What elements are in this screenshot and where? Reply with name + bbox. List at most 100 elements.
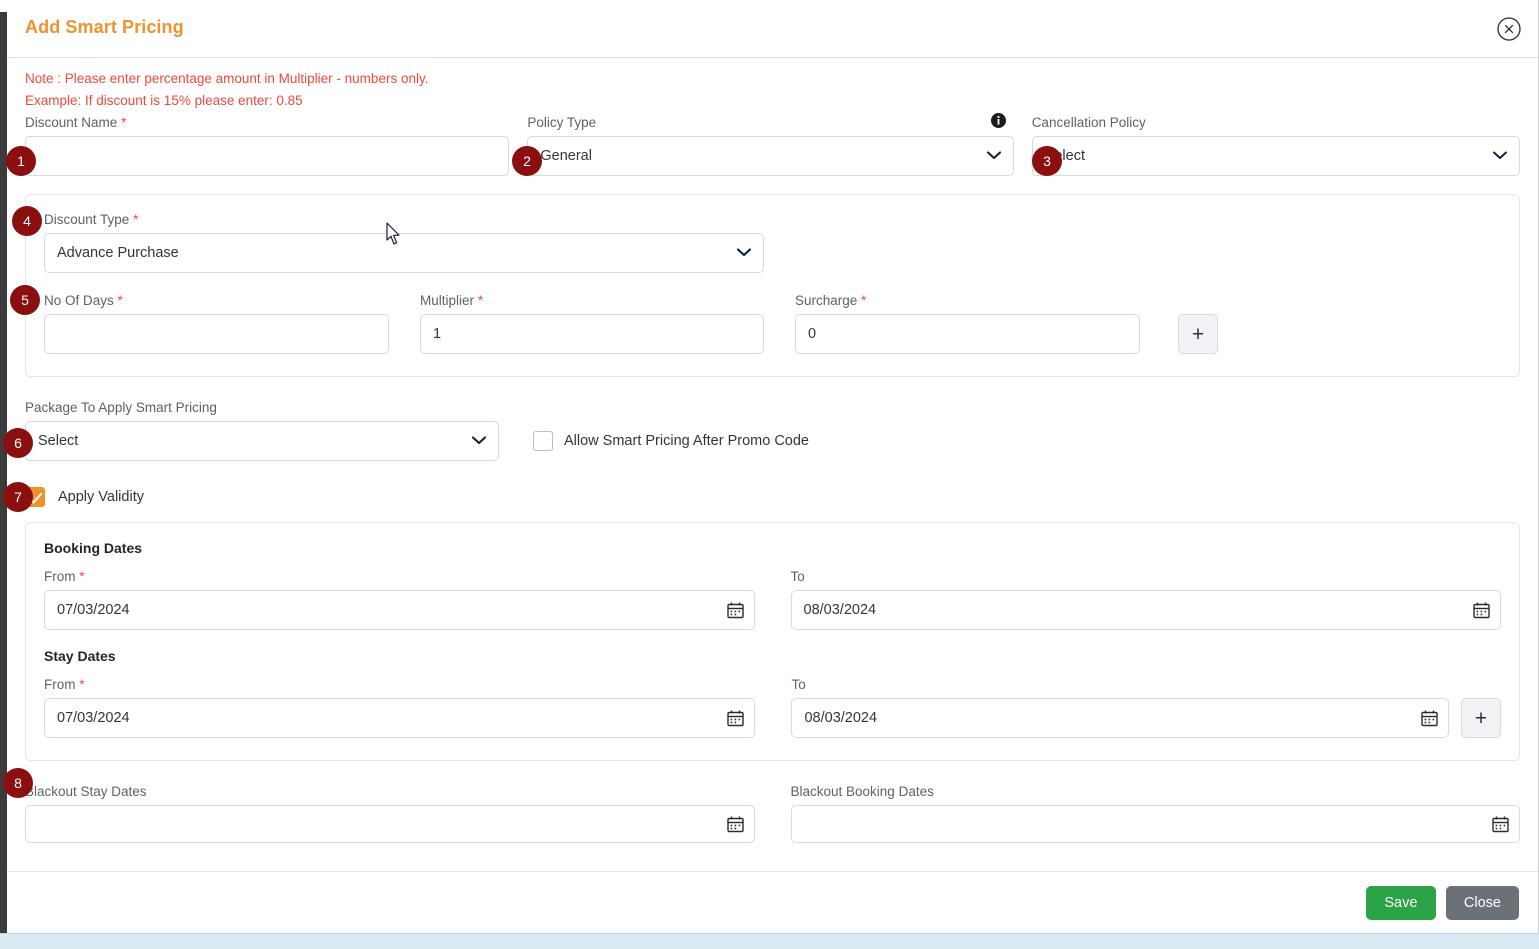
policy-type-group: Policy Type [527,113,1014,176]
stay-from-group: From * [44,676,756,738]
booking-to-group: To [790,568,1501,630]
modal-footer: Save Close [7,871,1538,933]
package-group: Package To Apply Smart Pricing [25,399,499,461]
required-asterisk: * [79,569,85,584]
surcharge-group: Surcharge * [795,292,1140,354]
add-pricing-rule-button[interactable]: + [1178,314,1218,354]
cancellation-policy-label: Cancellation Policy [1031,115,1146,130]
discount-type-select[interactable] [44,233,764,273]
booking-to-input[interactable] [790,590,1501,630]
note-line-1: Note : Please enter percentage amount in… [25,71,429,86]
discount-name-group: Discount Name * [25,114,510,176]
no-of-days-group: No Of Days * [44,292,389,354]
pricing-rule-row: No Of Days * Multiplier * 1 Surcharge * … [44,292,1501,354]
package-select-wrap [25,421,499,461]
calendar-icon[interactable] [1473,602,1490,619]
add-smart-pricing-modal: Add Smart Pricing Note : Please enter pe… [7,0,1539,933]
calendar-icon[interactable] [1421,710,1438,727]
no-of-days-input[interactable] [44,314,389,354]
surcharge-input[interactable] [795,314,1140,354]
multiplier-label-text: Multiplier [420,293,475,308]
cancellation-policy-group: Cancellation Policy [1031,114,1520,176]
stay-dates-title: Stay Dates [44,648,116,664]
annotation-badge-3: 3 [1032,146,1062,176]
discount-type-label-text: Discount Type [44,212,130,227]
blackout-stay-input[interactable] [25,805,755,843]
booking-to-label: To [790,569,805,584]
package-select[interactable] [25,421,499,461]
note-line-2: Example: If discount is 15% please enter… [25,93,303,108]
blackout-stay-wrap [25,805,755,843]
stay-to-group: To [791,676,1450,738]
blackout-stay-label: Blackout Stay Dates [25,784,147,799]
discount-type-group: Discount Type * [44,211,764,273]
policy-type-select-wrap [527,136,1014,176]
required-asterisk: * [79,677,85,692]
discount-name-input[interactable] [25,136,510,176]
surcharge-label-text: Surcharge [795,293,858,308]
multiplier-input[interactable] [420,314,764,354]
cancellation-policy-select-wrap [1031,136,1520,176]
screen-root: Add Smart Pricing Note : Please enter pe… [0,0,1539,949]
allow-promo-label: Allow Smart Pricing After Promo Code [564,433,809,449]
apply-validity-label: Apply Validity [58,489,144,505]
required-asterisk: * [121,115,127,130]
no-of-days-label-text: No Of Days [44,293,114,308]
blackout-booking-wrap [790,805,1520,843]
page-background-edge-top [0,0,7,12]
policy-type-select[interactable] [527,136,1014,176]
close-icon[interactable] [1497,17,1521,41]
modal-body: Note : Please enter percentage amount in… [7,68,1538,880]
stay-to-input[interactable] [791,698,1450,738]
modal-header: Add Smart Pricing [7,0,1538,58]
discount-type-select-wrap [44,233,764,273]
multiplier-group: Multiplier * [420,292,764,354]
booking-from-input[interactable] [44,590,755,630]
calendar-icon[interactable] [726,602,744,619]
booking-from-label: From * [44,568,755,586]
annotation-badge-5: 5 [10,285,40,315]
close-button[interactable]: Close [1445,885,1519,920]
blackout-booking-input[interactable] [790,805,1520,843]
blackout-row: Blackout Stay Dates Blackout Booking Dat… [25,783,1520,843]
annotation-badge-7: 7 [3,482,33,512]
stay-dates-row: From * 07/03/2024 To 08/03/2024 + [44,676,1501,738]
package-label: Package To Apply Smart Pricing [25,400,217,415]
top-field-row: Discount Name * Policy Type General Canc… [25,113,1520,176]
required-asterisk: * [133,212,139,227]
stay-from-label-text: From [44,677,76,692]
required-asterisk: * [861,293,867,308]
save-button[interactable]: Save [1365,885,1436,920]
annotation-badge-1: 1 [6,146,36,176]
stay-to-label: To [791,677,806,692]
calendar-icon[interactable] [726,816,744,833]
required-asterisk: * [477,293,484,308]
allow-promo-row[interactable]: Allow Smart Pricing After Promo Code [533,431,809,451]
apply-validity-row[interactable]: Apply Validity [25,487,1520,507]
package-row: Package To Apply Smart Pricing Allow Sma… [25,399,1520,461]
page-title: Add Smart Pricing [25,17,184,37]
calendar-icon[interactable] [1492,816,1509,833]
page-bottom-strip [0,933,1539,949]
discount-name-label-text: Discount Name [25,115,118,130]
info-icon[interactable] [990,113,1006,128]
allow-promo-checkbox[interactable] [533,431,553,451]
no-of-days-label: No Of Days * [44,292,389,310]
booking-to-wrap [790,590,1501,630]
discount-type-label: Discount Type * [44,211,764,229]
annotation-badge-2: 2 [512,146,542,176]
booking-from-wrap [44,590,755,630]
annotation-badge-4: 4 [12,206,42,236]
annotation-badge-6: 6 [3,428,33,458]
cancellation-policy-select[interactable] [1031,136,1520,176]
discount-name-label: Discount Name * [25,114,509,132]
stay-from-input[interactable] [44,698,756,738]
booking-from-group: From * [44,568,755,630]
surcharge-label: Surcharge * [795,292,1140,310]
annotation-badge-8: 8 [3,768,33,798]
add-stay-dates-button[interactable]: + [1461,698,1501,738]
booking-dates-row: From * 07/03/2024 To 08/03/2024 [44,568,1501,630]
booking-dates-title: Booking Dates [44,540,143,556]
blackout-booking-label: Blackout Booking Dates [790,784,934,799]
calendar-icon[interactable] [727,710,745,727]
